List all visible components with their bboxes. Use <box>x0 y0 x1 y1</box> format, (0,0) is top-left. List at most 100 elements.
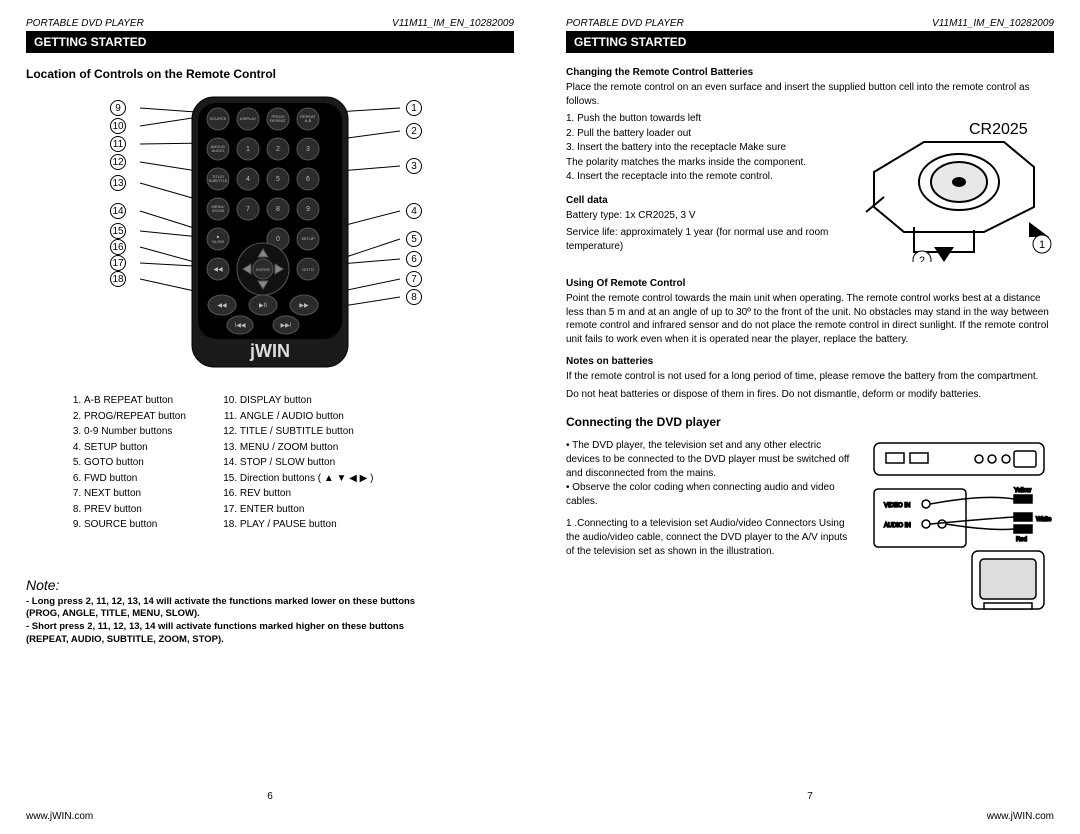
using-remote-para: Point the remote control towards the mai… <box>566 292 1054 346</box>
list-item: FWD button <box>84 471 186 487</box>
svg-text:A-B: A-B <box>305 118 312 123</box>
callout-11: 11 <box>110 136 126 152</box>
button-legend: A-B REPEAT button PROG/REPEAT button 0-9… <box>26 393 514 533</box>
list-item: ANGLE / AUDIO button <box>240 409 374 425</box>
svg-text:Yellow: Yellow <box>1014 488 1032 494</box>
svg-text:▶II: ▶II <box>259 303 267 309</box>
list-item: SOURCE button <box>84 517 186 533</box>
callout-13: 13 <box>110 175 126 191</box>
svg-text:2: 2 <box>276 146 280 153</box>
svg-text:8: 8 <box>276 206 280 213</box>
list-item: 0-9 Number buttons <box>84 424 186 440</box>
notes-p2: Do not heat batteries or dispose of them… <box>566 388 1054 402</box>
conn-bullet-1: • The DVD player, the television set and… <box>566 439 854 481</box>
list-item: NEXT button <box>84 486 186 502</box>
remote-title: Location of Controls on the Remote Contr… <box>26 67 514 81</box>
conn-step-1: 1 .Connecting to a television set Audio/… <box>566 517 854 559</box>
svg-text:1: 1 <box>246 146 250 153</box>
callout-3: 3 <box>406 158 422 174</box>
list-item: PROG/REPEAT button <box>84 409 186 425</box>
svg-text:6: 6 <box>306 176 310 183</box>
conn-bullet-2: • Observe the color coding when connecti… <box>566 481 854 509</box>
svg-text:SETUP: SETUP <box>301 236 315 241</box>
svg-text:White: White <box>1036 517 1052 523</box>
svg-text:7: 7 <box>246 206 250 213</box>
remote-brand: jWIN <box>249 341 290 361</box>
list-item: REV button <box>240 486 374 502</box>
callout-15: 15 <box>110 223 126 239</box>
list-item: PLAY / PAUSE button <box>240 517 374 533</box>
page-number: 7 <box>540 791 1080 802</box>
svg-text:DISPLAY: DISPLAY <box>240 116 257 121</box>
svg-text:AUDIO: AUDIO <box>212 148 225 153</box>
callout-18: 18 <box>110 271 126 287</box>
svg-text:I◀◀: I◀◀ <box>235 323 246 329</box>
list-item: TITLE / SUBTITLE button <box>240 424 374 440</box>
svg-text:9: 9 <box>306 206 310 213</box>
battery-label: CR2025 <box>969 121 1028 138</box>
callout-12: 12 <box>110 154 126 170</box>
callout-10: 10 <box>110 118 126 134</box>
callout-2: 2 <box>406 123 422 139</box>
product-name: PORTABLE DVD PLAYER <box>566 18 684 29</box>
notes-p1: If the remote control is not used for a … <box>566 370 1054 384</box>
callout-8: 8 <box>406 289 422 305</box>
list-item: A-B REPEAT button <box>84 393 186 409</box>
list-item: MENU / ZOOM button <box>240 440 374 456</box>
remote-diagram: SOURCEDISPLAY PROG/REPEAT REPEATA-B ANGL… <box>26 91 514 377</box>
note-heading: Note: <box>26 577 514 593</box>
section-bar: GETTING STARTED <box>26 31 514 53</box>
page-7: PORTABLE DVD PLAYER V11M11_IM_EN_1028200… <box>540 0 1080 834</box>
svg-text:3: 3 <box>306 146 310 153</box>
note-body: - Long press 2, 11, 12, 13, 14 will acti… <box>26 596 514 647</box>
list-item: Direction buttons ( ▲ ▼ ◀ ▶ ) <box>240 471 374 487</box>
header-line: PORTABLE DVD PLAYER V11M11_IM_EN_1028200… <box>26 18 514 29</box>
svg-text:◀◀: ◀◀ <box>213 267 223 273</box>
heading-using-remote: Using Of Remote Control <box>566 278 1054 289</box>
list-item: DISPLAY button <box>240 393 374 409</box>
svg-text:◀◀: ◀◀ <box>217 303 227 309</box>
header-line: PORTABLE DVD PLAYER V11M11_IM_EN_1028200… <box>566 18 1054 29</box>
heading-batteries: Changing the Remote Control Batteries <box>566 67 1054 78</box>
footer-url: www.jWIN.com <box>987 811 1054 822</box>
svg-text:1: 1 <box>1039 239 1045 251</box>
svg-text:ENTER: ENTER <box>256 267 270 272</box>
battery-diagram: CR2025 1 2 <box>864 112 1054 262</box>
callout-7: 7 <box>406 271 422 287</box>
remote-svg: SOURCEDISPLAY PROG/REPEAT REPEATA-B ANGL… <box>110 91 430 377</box>
page-6: PORTABLE DVD PLAYER V11M11_IM_EN_1028200… <box>0 0 540 834</box>
svg-text:2: 2 <box>919 255 925 262</box>
svg-text:Red: Red <box>1016 537 1027 543</box>
list-item: GOTO button <box>84 455 186 471</box>
svg-text:VIDEO IN: VIDEO IN <box>884 503 910 509</box>
callout-9: 9 <box>110 100 126 116</box>
callout-4: 4 <box>406 203 422 219</box>
product-name: PORTABLE DVD PLAYER <box>26 18 144 29</box>
doc-id: V11M11_IM_EN_10282009 <box>392 18 514 29</box>
svg-text:SLOW: SLOW <box>212 239 224 244</box>
svg-text:0: 0 <box>276 236 280 243</box>
callout-16: 16 <box>110 239 126 255</box>
heading-notes-batteries: Notes on batteries <box>566 356 1054 367</box>
heading-connecting: Connecting the DVD player <box>566 415 1054 429</box>
list-item: SETUP button <box>84 440 186 456</box>
svg-text:REPEAT: REPEAT <box>270 118 286 123</box>
svg-text:SOURCE: SOURCE <box>209 116 226 121</box>
callout-1: 1 <box>406 100 422 116</box>
svg-text:AUDIO IN: AUDIO IN <box>884 523 911 529</box>
svg-text:4: 4 <box>246 176 250 183</box>
callout-17: 17 <box>110 255 126 271</box>
svg-text:▶▶I: ▶▶I <box>281 323 292 329</box>
doc-id: V11M11_IM_EN_10282009 <box>932 18 1054 29</box>
batt-intro: Place the remote control on an even surf… <box>566 81 1054 108</box>
list-item: ENTER button <box>240 502 374 518</box>
svg-text:5: 5 <box>276 176 280 183</box>
svg-text:SUBTITLE: SUBTITLE <box>208 178 227 183</box>
connection-diagram: VIDEO IN AUDIO IN Yellow White Red <box>864 439 1054 619</box>
callout-6: 6 <box>406 251 422 267</box>
callout-5: 5 <box>406 231 422 247</box>
callout-14: 14 <box>110 203 126 219</box>
svg-text:GOTO: GOTO <box>302 267 314 272</box>
list-item: PREV button <box>84 502 186 518</box>
svg-text:▶▶: ▶▶ <box>299 303 309 309</box>
